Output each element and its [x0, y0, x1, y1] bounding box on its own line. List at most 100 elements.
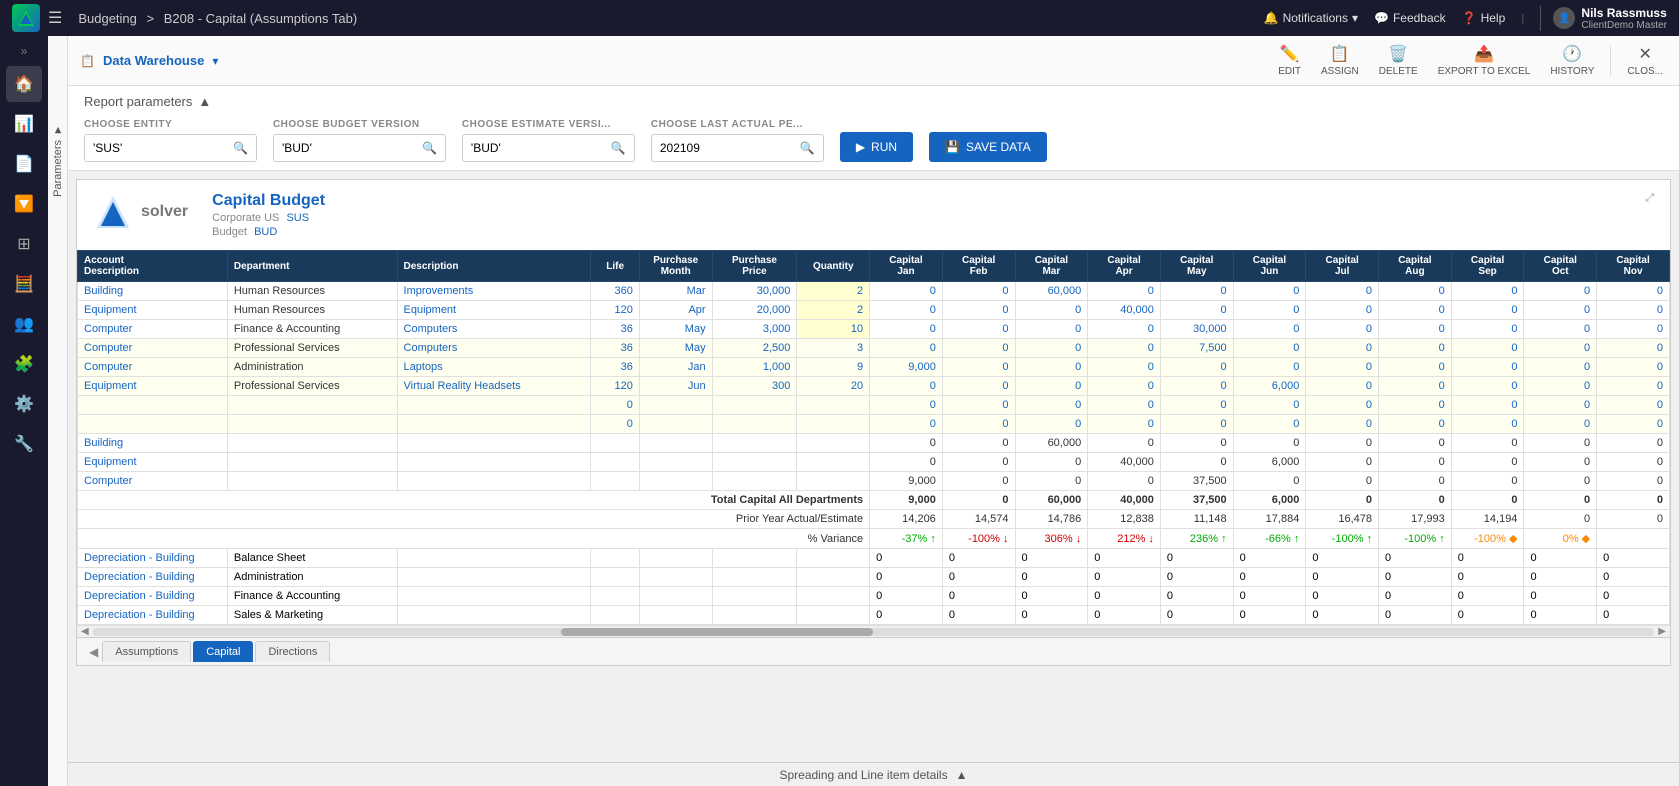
actual-input[interactable] — [652, 135, 792, 161]
solver-wordmark: solver — [141, 203, 188, 221]
delete-button[interactable]: 🗑️ DELETE — [1371, 40, 1426, 81]
col-capital-oct: CapitalOct — [1524, 251, 1597, 282]
table-row[interactable]: Equipment Human Resources Equipment 120 … — [78, 301, 1670, 320]
scroll-thumb[interactable] — [561, 628, 873, 636]
table-row[interactable]: 0 000 000 000 00 — [78, 415, 1670, 434]
run-button[interactable]: ▶ RUN — [840, 132, 913, 162]
app-logo — [12, 4, 40, 32]
sidebar-icon-filter[interactable]: 🔽 — [6, 186, 42, 222]
play-icon: ▶ — [856, 140, 865, 154]
spreading-bar[interactable]: Spreading and Line item details ▲ — [68, 762, 1679, 786]
estimate-input[interactable] — [463, 135, 603, 161]
horizontal-scrollbar[interactable]: ◀ ▶ — [77, 625, 1670, 637]
budget-input[interactable] — [274, 135, 414, 161]
feedback-icon: 💬 — [1374, 11, 1389, 25]
user-name: Nils Rassmuss — [1581, 6, 1667, 20]
save-data-button[interactable]: 💾 SAVE DATA — [929, 132, 1047, 162]
table-row[interactable]: Total Capital All Departments 9,000 0 60… — [78, 491, 1670, 510]
table-row[interactable]: Prior Year Actual/Estimate 14,206 14,574… — [78, 510, 1670, 529]
table-row[interactable]: 0 000 000 000 00 — [78, 396, 1670, 415]
hamburger-button[interactable]: ☰ — [48, 8, 62, 28]
table-row[interactable]: % Variance-37% ↑-100% ↓306% ↓212% ↓236% … — [78, 529, 1670, 549]
estimate-label: CHOOSE ESTIMATE VERSI... — [462, 119, 635, 130]
table-row[interactable]: Equipment Professional Services Virtual … — [78, 377, 1670, 396]
tab-assumptions[interactable]: Assumptions — [102, 641, 191, 662]
breadcrumb-app: Budgeting — [78, 11, 137, 26]
report-meta-1: Corporate US SUS — [212, 212, 325, 224]
report-title: Capital Budget — [212, 192, 325, 210]
table-row[interactable]: Computer 9,000 0 0 0 37,500 0 0 0 0 0 0 — [78, 472, 1670, 491]
entity-search-button[interactable]: 🔍 — [225, 135, 256, 161]
toolbar-separator — [1610, 46, 1611, 76]
estimate-search-button[interactable]: 🔍 — [603, 135, 634, 161]
sidebar-icon-calculator[interactable]: 🧮 — [6, 266, 42, 302]
export-icon: 📤 — [1474, 44, 1494, 64]
params-row: CHOOSE ENTITY 🔍 CHOOSE BUDGET VERSION 🔍 … — [84, 119, 1663, 162]
sidebar-icon-home[interactable]: 🏠 — [6, 66, 42, 102]
feedback-link[interactable]: 💬 Feedback — [1374, 11, 1446, 25]
col-capital-jan: CapitalJan — [870, 251, 943, 282]
entity-input[interactable] — [85, 135, 225, 161]
notifications-link[interactable]: 🔔 Notifications ▾ — [1264, 11, 1358, 25]
col-capital-may: CapitalMay — [1160, 251, 1233, 282]
grid-scroll-area[interactable]: AccountDescription Department Descriptio… — [77, 250, 1670, 625]
table-row[interactable]: Depreciation - Building Finance & Accoun… — [78, 587, 1670, 606]
help-link[interactable]: ❓ Help — [1462, 11, 1506, 25]
history-button[interactable]: 🕐 HISTORY — [1542, 40, 1602, 81]
assign-button[interactable]: 📋 ASSIGN — [1313, 40, 1367, 81]
tab-nav-left[interactable]: ◀ — [85, 645, 102, 659]
sidebar-icon-blocks[interactable]: 🧩 — [6, 346, 42, 382]
sidebar-icon-documents[interactable]: 📄 — [6, 146, 42, 182]
budget-input-wrap: 🔍 — [273, 134, 446, 162]
budget-search-button[interactable]: 🔍 — [414, 135, 445, 161]
scroll-track[interactable] — [93, 628, 1655, 636]
table-row[interactable]: Computer Administration Laptops 36 Jan 1… — [78, 358, 1670, 377]
expand-icon[interactable]: ⤢ — [1645, 192, 1654, 205]
top-nav: ☰ Budgeting > B208 - Capital (Assumption… — [0, 0, 1679, 36]
sidebar-icon-grid[interactable]: ⊞ — [6, 226, 42, 262]
sidebar-icon-settings[interactable]: ⚙️ — [6, 386, 42, 422]
params-panel: Report parameters ▲ CHOOSE ENTITY 🔍 CHOO… — [68, 86, 1679, 171]
dw-chevron[interactable]: ▾ — [212, 54, 218, 68]
nav-right: 🔔 Notifications ▾ 💬 Feedback ❓ Help | 👤 … — [1264, 6, 1667, 31]
sidebar-icon-tools[interactable]: 🔧 — [6, 426, 42, 462]
col-capital-apr: CapitalApr — [1088, 251, 1161, 282]
report-box: solver Capital Budget Corporate US SUS B… — [76, 179, 1671, 666]
col-purchase-month: PurchaseMonth — [639, 251, 712, 282]
actual-input-wrap: 🔍 — [651, 134, 824, 162]
table-row[interactable]: Computer Professional Services Computers… — [78, 339, 1670, 358]
sidebar-icon-reports[interactable]: 📊 — [6, 106, 42, 142]
table-row[interactable]: Building Human Resources Improvements 36… — [78, 282, 1670, 301]
parameters-vertical-label: Parameters ▼ — [52, 116, 64, 205]
col-capital-jun: CapitalJun — [1233, 251, 1306, 282]
scroll-left-arrow[interactable]: ◀ — [81, 626, 89, 637]
table-row[interactable]: Equipment 0 0 0 40,000 0 6,000 0 0 0 0 0 — [78, 453, 1670, 472]
table-row[interactable]: Depreciation - Building Administration 0… — [78, 568, 1670, 587]
export-button[interactable]: 📤 EXPORT TO EXCEL — [1430, 40, 1539, 81]
sidebar-icon-people[interactable]: 👥 — [6, 306, 42, 342]
actual-search-button[interactable]: 🔍 — [792, 135, 823, 161]
table-row[interactable]: Depreciation - Building Sales & Marketin… — [78, 606, 1670, 625]
col-capital-aug: CapitalAug — [1379, 251, 1452, 282]
entity-label: CHOOSE ENTITY — [84, 119, 257, 130]
report-meta-key-1: Corporate US — [212, 212, 279, 224]
budget-param: CHOOSE BUDGET VERSION 🔍 — [273, 119, 446, 162]
breadcrumb: Budgeting > B208 - Capital (Assumptions … — [78, 11, 1255, 26]
params-header-label: Report parameters — [84, 94, 192, 109]
edit-button[interactable]: ✏️ EDIT — [1270, 40, 1309, 81]
user-info: 👤 Nils Rassmuss ClientDemo Master — [1540, 6, 1667, 31]
user-role: ClientDemo Master — [1581, 20, 1667, 31]
tab-capital[interactable]: Capital — [193, 641, 253, 662]
table-row[interactable]: Computer Finance & Accounting Computers … — [78, 320, 1670, 339]
report-meta-key-2: Budget — [212, 226, 247, 238]
table-row[interactable]: Building 0 0 60,000 0 0 0 0 0 0 0 0 — [78, 434, 1670, 453]
spreading-label: Spreading and Line item details — [779, 768, 947, 782]
sidebar-collapse-button[interactable]: » — [21, 44, 28, 58]
scroll-right-arrow[interactable]: ▶ — [1658, 626, 1666, 637]
report-area[interactable]: solver Capital Budget Corporate US SUS B… — [68, 171, 1679, 762]
tab-directions[interactable]: Directions — [255, 641, 330, 662]
col-department: Department — [227, 251, 397, 282]
params-header[interactable]: Report parameters ▲ — [84, 94, 1663, 109]
close-button[interactable]: ✕ CLOS... — [1619, 40, 1671, 81]
table-row[interactable]: Depreciation - Building Balance Sheet 0 … — [78, 549, 1670, 568]
